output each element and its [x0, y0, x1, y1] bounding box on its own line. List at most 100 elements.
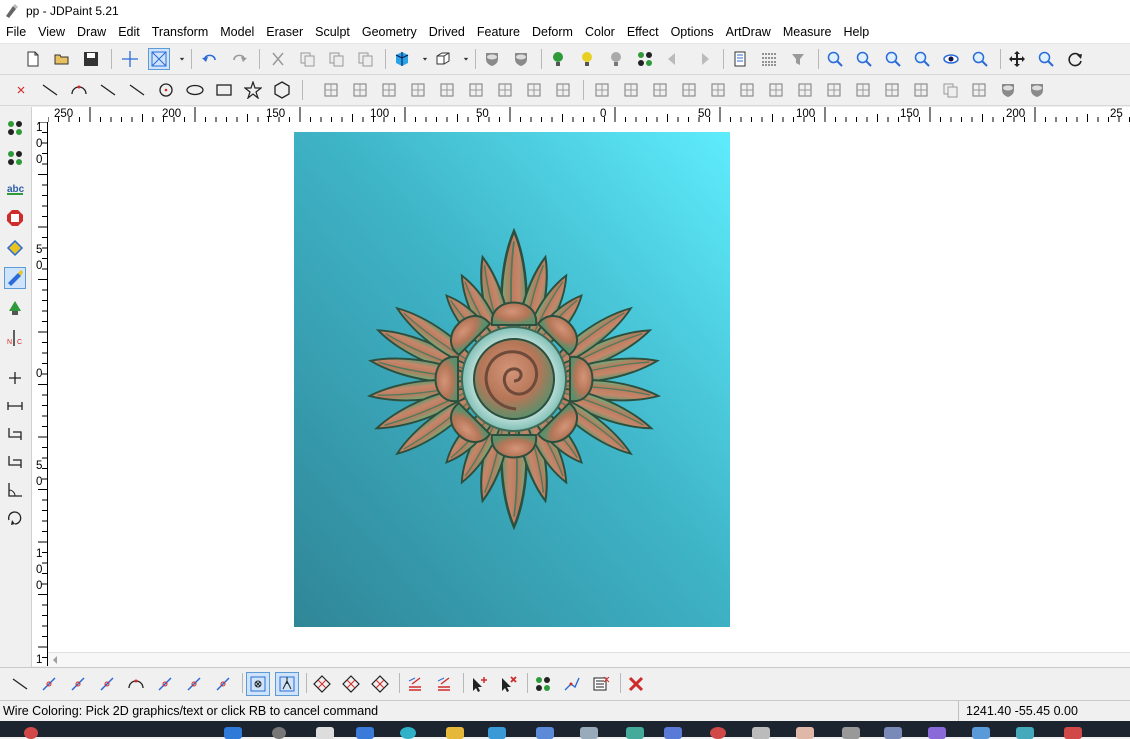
distribute-icon[interactable]	[649, 79, 671, 101]
snap-corner-icon[interactable]	[66, 672, 90, 696]
half-shade-icon[interactable]	[997, 79, 1019, 101]
menu-geometry[interactable]: Geometry	[356, 22, 423, 43]
stop-sign-icon[interactable]	[4, 207, 26, 229]
pan-icon[interactable]	[1006, 48, 1028, 70]
light-gray-icon[interactable]	[605, 48, 627, 70]
taskbar-app-icon[interactable]	[796, 727, 814, 739]
mesh-icon[interactable]	[881, 79, 903, 101]
taskbar-app-icon[interactable]	[1016, 727, 1034, 739]
nest-icon[interactable]	[552, 79, 574, 101]
snap-perpendicular-icon[interactable]	[182, 672, 206, 696]
ellipse-icon[interactable]	[184, 79, 206, 101]
refresh-icon[interactable]	[1064, 48, 1086, 70]
clone-icon[interactable]	[968, 79, 990, 101]
brush-icon[interactable]	[4, 267, 26, 289]
undo-icon[interactable]	[199, 48, 221, 70]
angle-icon[interactable]	[4, 479, 26, 501]
snap-tangent-icon[interactable]	[211, 672, 235, 696]
pick-cursor-remove-icon[interactable]	[496, 672, 520, 696]
taskbar-app-icon[interactable]	[224, 727, 242, 739]
menu-edit[interactable]: Edit	[112, 22, 146, 43]
parallelogram-icon[interactable]	[707, 79, 729, 101]
dropdown-arrow-icon[interactable]	[420, 48, 430, 70]
rectangle-icon[interactable]	[213, 79, 235, 101]
taskbar-app-icon[interactable]	[580, 727, 598, 739]
select-node-icon[interactable]	[4, 117, 26, 139]
snap-arc-icon[interactable]	[124, 672, 148, 696]
crosshair-icon[interactable]	[119, 48, 141, 70]
save-icon[interactable]	[80, 48, 102, 70]
dots-grid-icon[interactable]	[765, 79, 787, 101]
layers-icon[interactable]	[729, 48, 751, 70]
cut-icon[interactable]	[267, 48, 289, 70]
eye-icon[interactable]	[940, 48, 962, 70]
taskbar-app-icon[interactable]	[356, 727, 374, 739]
text-abc-icon[interactable]: abc	[4, 177, 26, 199]
slot-icon[interactable]	[494, 79, 516, 101]
taskbar-app-icon[interactable]	[928, 727, 946, 739]
edit-node-icon[interactable]	[4, 147, 26, 169]
color-fill-icon[interactable]	[4, 237, 26, 259]
delete-x-icon[interactable]	[624, 672, 648, 696]
menu-feature[interactable]: Feature	[471, 22, 526, 43]
copy-array-icon[interactable]	[939, 79, 961, 101]
dimension-icon[interactable]	[4, 423, 26, 445]
taskbar-app-icon[interactable]	[446, 727, 464, 739]
group-icon[interactable]	[591, 79, 613, 101]
box-dimension-icon[interactable]	[4, 451, 26, 473]
fillet-icon[interactable]	[378, 79, 400, 101]
paste-icon[interactable]	[325, 48, 347, 70]
taskbar-app-icon[interactable]	[972, 727, 990, 739]
polyline-icon[interactable]	[126, 79, 148, 101]
menu-measure[interactable]: Measure	[777, 22, 838, 43]
menu-file[interactable]: File	[0, 22, 32, 43]
arrow-right-icon[interactable]	[692, 48, 714, 70]
line-icon[interactable]	[39, 79, 61, 101]
emboss-frame-icon[interactable]	[523, 79, 545, 101]
taskbar-app-icon[interactable]	[710, 727, 726, 739]
zoom-out-icon[interactable]	[853, 48, 875, 70]
shield-icon[interactable]	[1026, 79, 1048, 101]
light-green-icon[interactable]	[547, 48, 569, 70]
horizontal-scrollbar[interactable]	[48, 652, 1130, 667]
menu-artdraw[interactable]: ArtDraw	[720, 22, 777, 43]
grid-icon[interactable]	[910, 79, 932, 101]
offset-icon[interactable]	[436, 79, 458, 101]
snap-center-icon[interactable]	[246, 672, 270, 696]
taskbar-app-icon[interactable]	[536, 727, 554, 739]
diamond-grid-a-icon[interactable]	[310, 672, 334, 696]
arc-icon[interactable]	[68, 79, 90, 101]
light-bulb-icon[interactable]	[4, 297, 26, 319]
taskbar-app-icon[interactable]	[752, 727, 770, 739]
stack-lines-edit-icon[interactable]	[432, 672, 456, 696]
trim-icon[interactable]	[320, 79, 342, 101]
light-yellow-icon[interactable]	[576, 48, 598, 70]
zoom-all-icon[interactable]	[969, 48, 991, 70]
copy-icon[interactable]	[296, 48, 318, 70]
menu-help[interactable]: Help	[837, 22, 875, 43]
snap-cross-icon[interactable]	[95, 672, 119, 696]
menu-draw[interactable]: Draw	[71, 22, 112, 43]
taskbar-app-icon[interactable]	[488, 727, 506, 739]
gear-filter-icon[interactable]	[787, 48, 809, 70]
taskbar-app-icon[interactable]	[316, 727, 334, 739]
select-box-icon[interactable]	[148, 48, 170, 70]
select-list-icon[interactable]	[589, 672, 613, 696]
star-icon[interactable]	[242, 79, 264, 101]
open-folder-icon[interactable]	[51, 48, 73, 70]
new-file-icon[interactable]	[22, 48, 44, 70]
circle-dot-icon[interactable]	[155, 79, 177, 101]
align-icon[interactable]	[620, 79, 642, 101]
menu-sculpt[interactable]: Sculpt	[309, 22, 356, 43]
zoom-in-icon[interactable]	[882, 48, 904, 70]
zoom-previous-icon[interactable]	[911, 48, 933, 70]
gear-shape-icon[interactable]	[678, 79, 700, 101]
measure-distance-icon[interactable]	[4, 395, 26, 417]
node-icon[interactable]	[634, 48, 656, 70]
taskbar-app-icon[interactable]	[884, 727, 902, 739]
menu-view[interactable]: View	[32, 22, 71, 43]
shade-gray-icon[interactable]	[481, 48, 503, 70]
paste-special-icon[interactable]	[354, 48, 376, 70]
dropdown-arrow-icon[interactable]	[461, 48, 471, 70]
menu-effect[interactable]: Effect	[621, 22, 665, 43]
